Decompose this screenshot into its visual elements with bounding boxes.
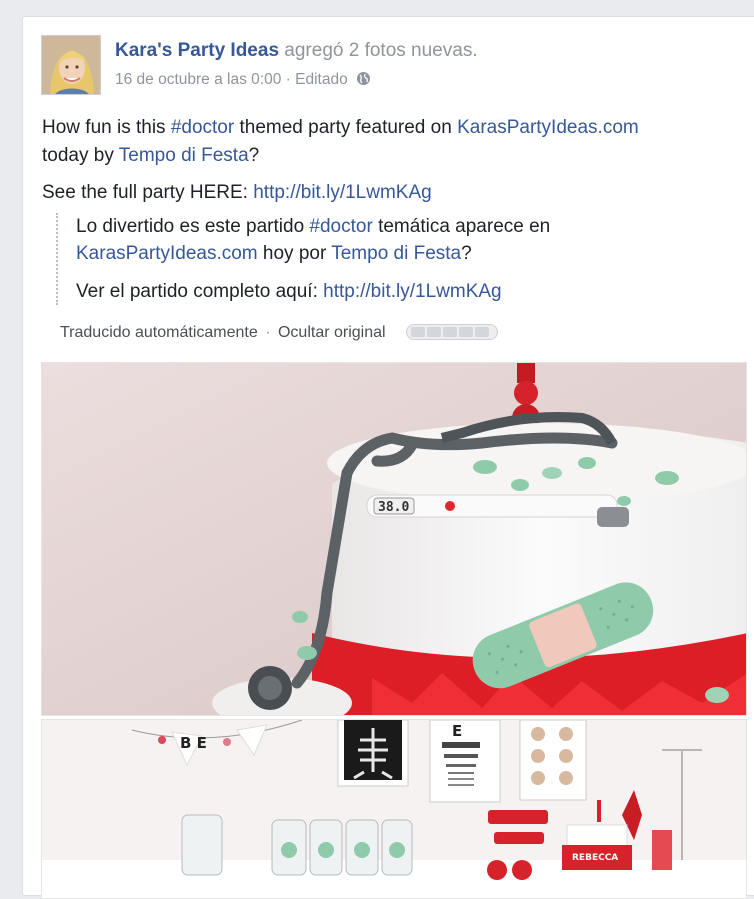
hashtag-link[interactable]: #doctor (171, 117, 234, 138)
auto-translated-link[interactable]: Traducido automáticamente (60, 324, 258, 341)
vendor-link[interactable]: Tempo di Festa (119, 145, 249, 166)
translation-bar: Traducido automáticamente · Ocultar orig… (60, 324, 499, 342)
svg-text:E: E (452, 722, 462, 740)
post-header: Kara's Party Ideas agregó 2 fotos nuevas… (115, 40, 478, 62)
page-avatar[interactable] (41, 35, 101, 95)
translation-text: hoy por (262, 243, 327, 264)
hashtag-link[interactable]: #doctor (309, 216, 372, 237)
body-text: See the full party HERE: (42, 182, 248, 203)
short-url-link[interactable]: http://bit.ly/1LwmKAg (323, 281, 501, 302)
meta-separator: · (285, 71, 291, 88)
globe-icon[interactable] (356, 71, 371, 86)
body-text: themed party featured on (239, 117, 452, 138)
party-table-photo[interactable]: B E E REBECCA (41, 719, 747, 899)
avatar-image (42, 36, 100, 94)
site-link[interactable]: KarasPartyIdeas.com (457, 117, 639, 138)
translation-text: Lo divertido es este partido (76, 216, 305, 237)
translation-text: Ver el partido completo aquí: (76, 281, 318, 302)
post-timestamp[interactable]: 16 de octubre a las 0:00 (115, 71, 281, 88)
page-name-link[interactable]: Kara's Party Ideas (115, 40, 279, 61)
vendor-link[interactable]: Tempo di Festa (331, 243, 461, 264)
post-body: How fun is this #doctor themed party fea… (42, 114, 732, 207)
cake-name: REBECCA (572, 853, 618, 863)
doctor-cake-photo[interactable]: 38.0 (41, 362, 747, 716)
body-text: ? (248, 145, 260, 166)
translation-text: ? (461, 243, 472, 264)
edited-label[interactable]: Editado (295, 71, 348, 88)
post-line-2: See the full party HERE: http://bit.ly/1… (42, 179, 732, 207)
translation-line-1: Lo divertido es este partido #doctor tem… (76, 213, 736, 267)
translated-text: Lo divertido es este partido #doctor tem… (56, 213, 736, 305)
translation-separator: · (265, 324, 271, 341)
banner-letters: B E (180, 734, 207, 752)
body-text: today by (42, 145, 114, 166)
short-url-link[interactable]: http://bit.ly/1LwmKAg (253, 182, 431, 203)
rate-translation-icon[interactable] (406, 324, 499, 340)
site-link[interactable]: KarasPartyIdeas.com (76, 243, 258, 264)
body-text: How fun is this (42, 117, 166, 138)
post-card: Kara's Party Ideas agregó 2 fotos nuevas… (22, 16, 754, 899)
post-action-text: agregó 2 fotos nuevas. (284, 40, 478, 61)
post-line-1: How fun is this #doctor themed party fea… (42, 114, 732, 170)
translation-text: temática aparece en (378, 216, 551, 237)
translation-line-2: Ver el partido completo aquí: http://bit… (76, 278, 736, 305)
hide-original-link[interactable]: Ocultar original (278, 324, 386, 341)
post-meta: 16 de octubre a las 0:00 · Editado (115, 71, 371, 89)
thermometer-reading: 38.0 (378, 500, 409, 515)
